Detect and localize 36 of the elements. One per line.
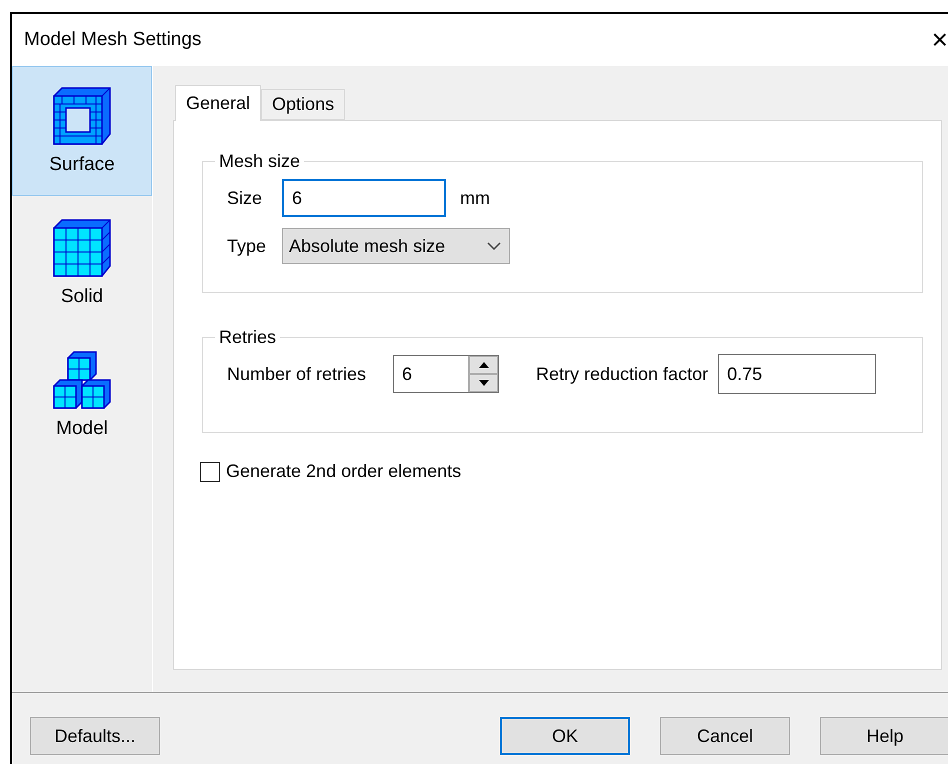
dialog-button[interactable]: Help xyxy=(820,717,948,755)
second-order-checkbox[interactable]: Generate 2nd order elements xyxy=(200,461,923,482)
close-button[interactable]: × xyxy=(932,26,948,54)
field-label: Retry reduction factor xyxy=(536,364,708,384)
spin-up-button[interactable] xyxy=(469,356,498,374)
window-title: Model Mesh Settings xyxy=(24,29,202,51)
size-input[interactable]: 6 xyxy=(282,179,446,217)
dialog-button[interactable]: Defaults... xyxy=(30,717,160,755)
dialog-button[interactable]: Cancel xyxy=(660,717,790,755)
field-label: Type xyxy=(227,236,268,256)
grid-cube-icon xyxy=(52,218,112,278)
group-title: Retries xyxy=(218,327,278,348)
stacked-cubes-icon xyxy=(52,350,112,410)
field-label: Size xyxy=(227,188,264,208)
hollow-cube-icon xyxy=(52,86,112,146)
group-title: Mesh size xyxy=(218,151,302,172)
checkbox[interactable] xyxy=(200,462,220,482)
sidebar-item[interactable]: Solid xyxy=(12,198,152,328)
tab[interactable]: General xyxy=(175,85,262,121)
chevron-down-icon xyxy=(487,242,501,250)
sidebar-label: Surface xyxy=(49,154,115,176)
spin-down-button[interactable] xyxy=(469,374,498,392)
spin-field[interactable]: 6 xyxy=(393,355,499,393)
checkbox-label: Generate 2nd order elements xyxy=(226,461,462,482)
tab[interactable]: Options xyxy=(261,89,346,120)
up-triangle-icon xyxy=(478,362,488,368)
unit-label: mm xyxy=(460,188,490,208)
sidebar-item[interactable]: Model xyxy=(12,330,152,460)
sidebar-label: Solid xyxy=(60,286,104,308)
sidebar-label: Model xyxy=(56,418,108,440)
field-label: Number of retries xyxy=(227,364,368,384)
down-triangle-icon xyxy=(478,380,488,386)
factor-input[interactable]: 0.75 xyxy=(718,354,876,394)
sidebar-item[interactable]: Surface xyxy=(12,66,152,196)
dialog-button[interactable]: OK xyxy=(500,717,630,755)
type-dropdown[interactable]: Absolute mesh size xyxy=(282,228,510,264)
